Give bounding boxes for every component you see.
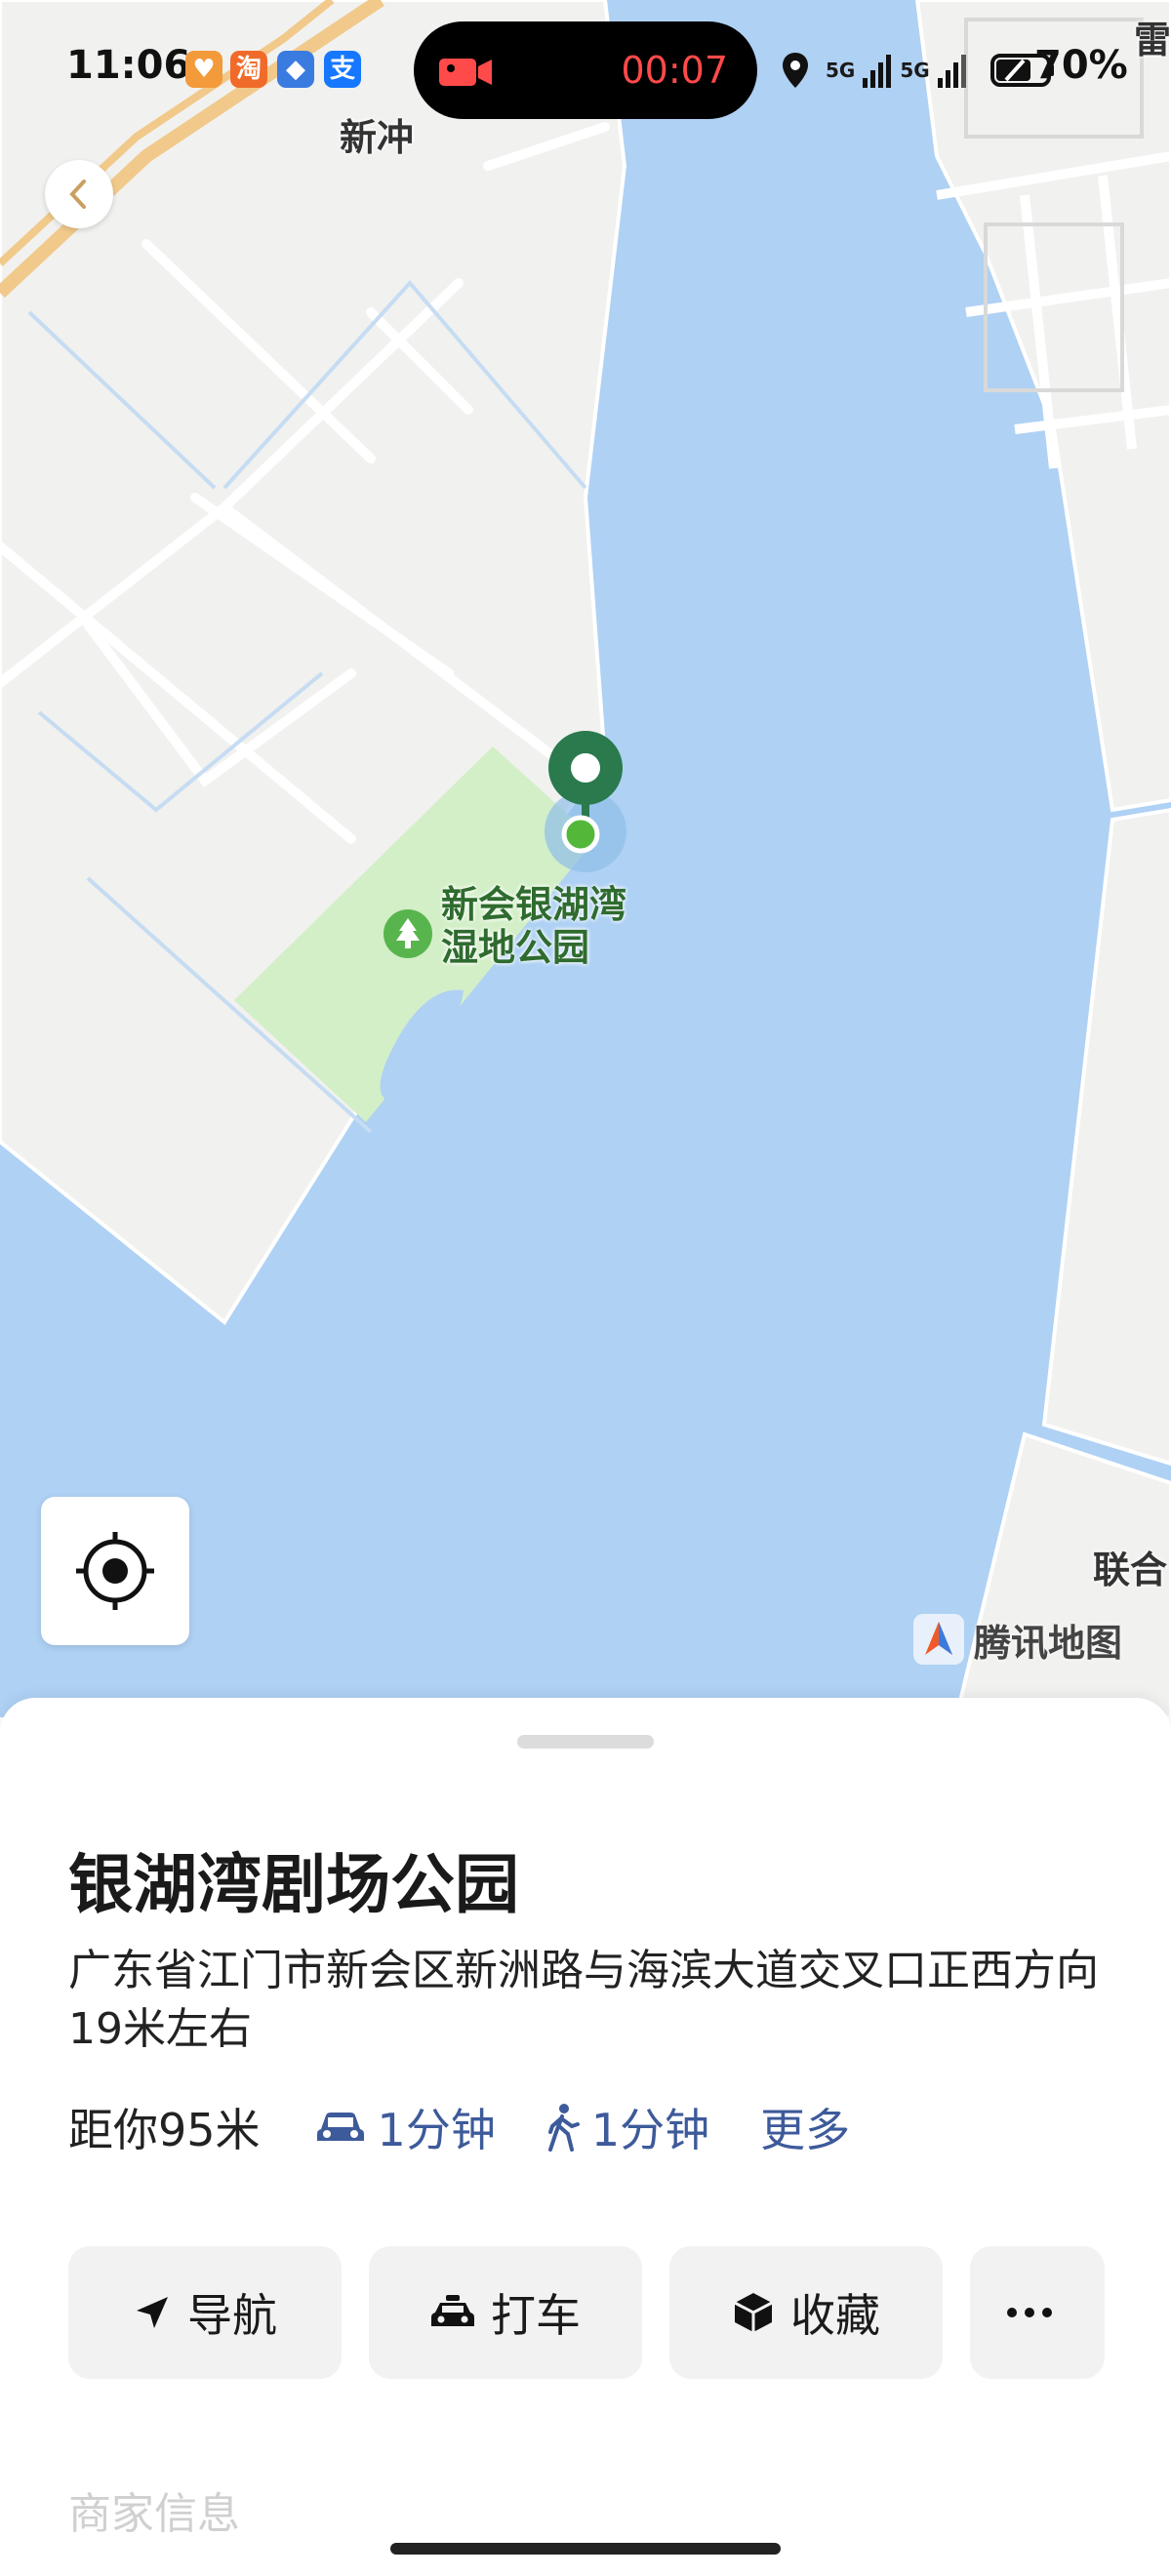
signal-icon xyxy=(937,55,966,88)
drive-time: 1分钟 xyxy=(377,2104,496,2156)
taxi-button[interactable]: 打车 xyxy=(369,2246,642,2379)
current-location-dot xyxy=(561,815,600,854)
drag-handle[interactable] xyxy=(517,1735,654,1749)
map-attribution: 腾讯地图 xyxy=(974,1621,1123,1665)
drive-option[interactable]: 1分钟 xyxy=(315,2095,496,2159)
more-routes-link[interactable]: 更多 xyxy=(760,2095,850,2159)
cube-icon xyxy=(734,2293,773,2332)
signal-label-2: 5G xyxy=(900,59,930,82)
walk-option[interactable]: 1分钟 xyxy=(546,2095,709,2159)
action-bar: 导航 打车 收藏 xyxy=(68,2246,1105,2379)
favorite-button[interactable]: 收藏 xyxy=(669,2246,943,2379)
navigate-label: 导航 xyxy=(187,2289,277,2342)
walk-time: 1分钟 xyxy=(590,2104,710,2156)
route-summary: 距你95米 1分钟 1分钟 更多 xyxy=(68,2098,850,2156)
screen-recording-pill[interactable]: 00:07 xyxy=(414,21,757,119)
locate-me-button[interactable] xyxy=(41,1497,189,1645)
park-label[interactable]: 新会银湖湾 湿地公园 xyxy=(441,883,626,969)
ellipsis-icon xyxy=(1007,2308,1052,2317)
video-camera-icon xyxy=(439,59,492,86)
recording-timer: 00:07 xyxy=(621,49,728,92)
favorite-label: 收藏 xyxy=(790,2289,880,2342)
car-icon xyxy=(316,2113,364,2141)
place-address: 广东省江门市新会区新洲路与海滨大道交叉口正西方向19米左右 xyxy=(68,1946,1099,2054)
status-time: 11:06 xyxy=(66,43,191,88)
compass-app-icon: ◆ xyxy=(277,51,314,88)
map-label-edge: 雷 xyxy=(1134,19,1171,61)
back-button[interactable] xyxy=(45,160,113,228)
taxi-icon xyxy=(431,2295,474,2326)
chevron-left-icon xyxy=(69,180,86,209)
navigation-arrow-icon xyxy=(137,2297,168,2328)
home-indicator[interactable] xyxy=(390,2543,781,2555)
park-tree-icon xyxy=(384,909,432,958)
signal-icon xyxy=(863,55,892,88)
park-label-line2: 湿地公园 xyxy=(441,926,590,969)
taxi-label: 打车 xyxy=(491,2289,581,2342)
place-title: 银湖湾剧场公园 xyxy=(68,1847,519,1922)
distance-text: 距你95米 xyxy=(68,2104,261,2156)
battery-percent: 70% xyxy=(1034,43,1128,88)
status-icons: 5G 5G xyxy=(781,47,1055,94)
more-actions-button[interactable] xyxy=(970,2246,1105,2379)
heart-app-icon: ♥ xyxy=(185,51,222,88)
place-detail-sheet[interactable]: 银湖湾剧场公园 广东省江门市新会区新洲路与海滨大道交叉口正西方向19米左右 距你… xyxy=(0,1698,1171,2576)
map-label-town: 新冲 xyxy=(340,116,415,159)
map-canvas[interactable] xyxy=(0,0,1171,1717)
map-view[interactable]: 新冲 雷 联合 新会银湖湾 湿地公园 11:06 ♥ 淘 ◆ 支 00:07 5… xyxy=(0,0,1171,1717)
taobao-app-icon: 淘 xyxy=(230,51,267,88)
navigate-button[interactable]: 导航 xyxy=(68,2246,342,2379)
map-label-bottom-right: 联合 xyxy=(1093,1549,1168,1591)
tencent-map-icon xyxy=(913,1614,964,1665)
signal-label-1: 5G xyxy=(826,59,856,82)
location-icon xyxy=(783,53,808,88)
merchant-info-heading: 商家信息 xyxy=(68,2489,240,2539)
alipay-app-icon: 支 xyxy=(324,51,361,88)
tencent-map-logo: 腾讯地图 xyxy=(911,1612,1122,1667)
walking-icon xyxy=(547,2104,580,2152)
crosshair-icon xyxy=(76,1532,154,1610)
park-label-line1: 新会银湖湾 xyxy=(441,883,627,926)
